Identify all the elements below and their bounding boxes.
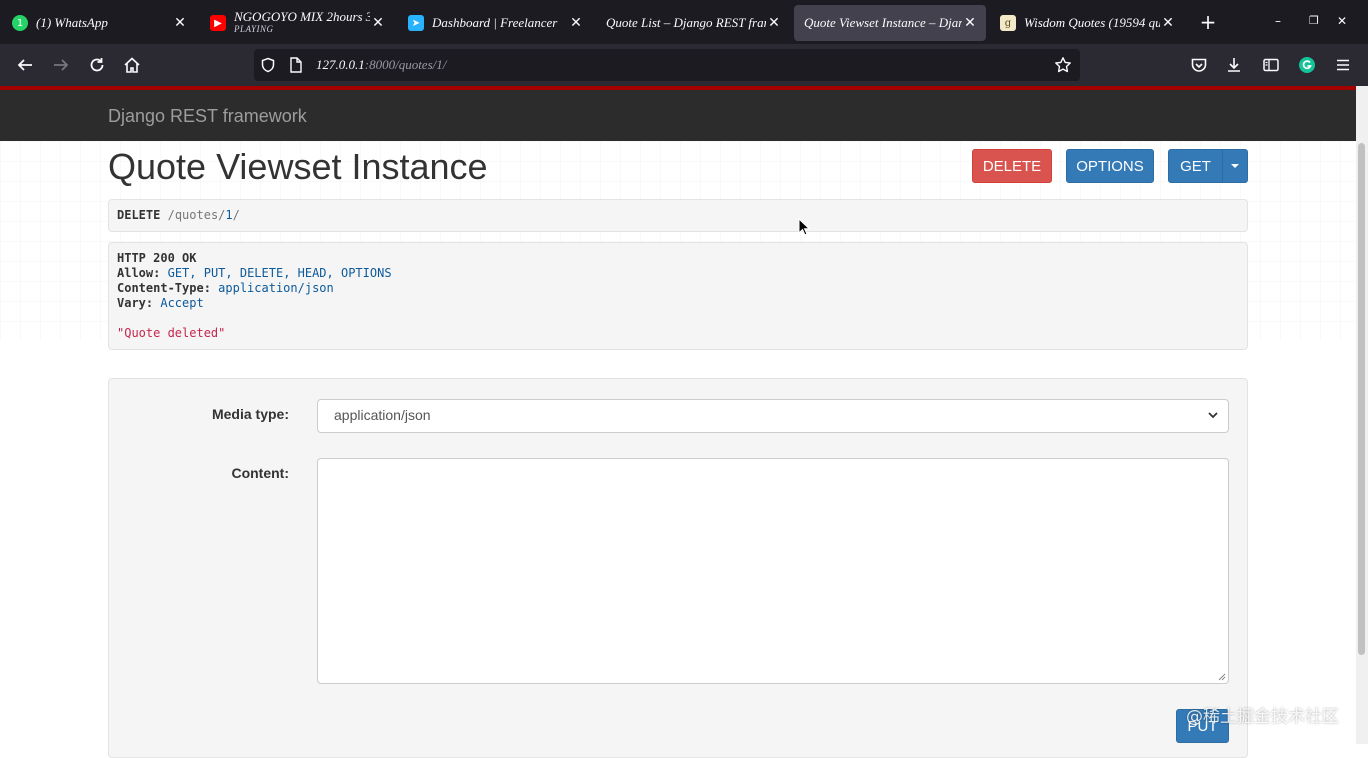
response-header-row: Allow: GET, PUT, DELETE, HEAD, OPTIONS — [117, 266, 1239, 281]
sidebar-icon — [1263, 58, 1279, 72]
close-tab-icon[interactable]: ✕ — [962, 15, 978, 31]
browser-tab-bar: 1 (1) WhatsApp ✕ ▶ NGOGOYO MIX 2hours 30… — [0, 0, 1368, 44]
close-tab-icon[interactable]: ✕ — [172, 15, 188, 31]
media-type-value: application/json — [334, 407, 431, 423]
star-icon[interactable] — [1054, 56, 1072, 74]
home-icon — [124, 57, 140, 73]
delete-button[interactable]: DELETE — [972, 149, 1052, 183]
arrow-left-icon — [17, 59, 32, 71]
url-text: 127.0.0.1:8000/quotes/1/ — [316, 57, 446, 73]
caret-down-icon — [1231, 164, 1239, 168]
watermark: @稀土掘金技术社区 — [1186, 707, 1339, 727]
new-tab-button[interactable]: + — [1198, 12, 1218, 32]
close-tab-icon[interactable]: ✕ — [370, 15, 386, 31]
tab-freelancer[interactable]: ➤ Dashboard | Freelancer ✕ — [398, 5, 592, 41]
home-button[interactable] — [120, 53, 144, 77]
reload-button[interactable] — [85, 53, 109, 77]
page-icon[interactable] — [289, 57, 303, 73]
tab-title: NGOGOYO MIX 2hours 30 — [234, 10, 370, 24]
response-info: HTTP 200 OK Allow: GET, PUT, DELETE, HEA… — [108, 242, 1248, 350]
header-name: Content-Type: — [117, 281, 211, 295]
options-button[interactable]: OPTIONS — [1066, 149, 1154, 183]
tab-whatsapp[interactable]: 1 (1) WhatsApp ✕ — [2, 5, 196, 41]
minimize-icon[interactable]: – — [1275, 14, 1281, 28]
header-name: Allow: — [117, 266, 161, 280]
url-bar[interactable]: 127.0.0.1:8000/quotes/1/ — [254, 49, 1080, 81]
downloads-button[interactable] — [1222, 53, 1246, 77]
content-textarea[interactable] — [317, 458, 1229, 684]
resize-grip-icon[interactable] — [1217, 672, 1226, 681]
request-info: DELETE /quotes/1/ — [108, 199, 1248, 232]
whatsapp-icon: 1 — [12, 15, 28, 31]
sidebar-button[interactable] — [1259, 53, 1283, 77]
close-tab-icon[interactable]: ✕ — [568, 15, 584, 31]
wisdom-quotes-icon: g — [1000, 15, 1016, 31]
header-value: GET, PUT, DELETE, HEAD, OPTIONS — [167, 266, 392, 280]
download-icon — [1228, 58, 1240, 72]
tab-title: Quote List – Django REST framework — [606, 15, 766, 30]
pocket-icon — [1191, 58, 1207, 72]
youtube-icon: ▶ — [210, 15, 226, 31]
url-path: :8000/quotes/1/ — [364, 57, 447, 72]
scrollbar-thumb[interactable] — [1358, 143, 1365, 655]
page-title: Quote Viewset Instance — [108, 146, 488, 187]
tab-youtube[interactable]: ▶ NGOGOYO MIX 2hours 30 PLAYING ✕ — [200, 5, 394, 41]
close-window-icon[interactable]: ✕ — [1337, 14, 1347, 28]
chevron-down-icon — [1208, 412, 1218, 419]
grammarly-button[interactable] — [1295, 53, 1319, 77]
brand-link[interactable]: Django REST framework — [108, 106, 307, 127]
response-header-row: Vary: Accept — [117, 296, 1239, 311]
reload-icon — [90, 58, 104, 72]
media-type-label: Media type: — [211, 406, 289, 422]
menu-button[interactable] — [1331, 53, 1355, 77]
browser-nav-bar: 127.0.0.1:8000/quotes/1/ — [0, 44, 1368, 86]
close-tab-icon[interactable]: ✕ — [766, 15, 782, 31]
arrow-right-icon — [54, 59, 69, 71]
tab-quote-list[interactable]: Quote List – Django REST framework ✕ — [596, 5, 790, 41]
get-button[interactable]: GET — [1168, 149, 1223, 183]
media-type-select[interactable]: application/json — [317, 399, 1229, 433]
request-path-prefix: /quotes/ — [167, 208, 226, 222]
raw-data-form: Media type: application/json Content: PU… — [108, 378, 1248, 758]
response-status: HTTP 200 OK — [117, 251, 197, 265]
request-path-suffix: / — [232, 208, 240, 222]
drf-navbar: Django REST framework — [0, 90, 1356, 141]
mouse-cursor-icon — [798, 218, 810, 236]
hamburger-menu-icon — [1337, 59, 1349, 71]
tab-title: (1) WhatsApp — [36, 15, 108, 30]
forward-button[interactable] — [49, 53, 73, 77]
response-body: "Quote deleted" — [117, 326, 226, 340]
back-button[interactable] — [13, 53, 37, 77]
tab-title: Dashboard | Freelancer — [432, 15, 558, 30]
get-format-dropdown-button[interactable] — [1222, 149, 1248, 183]
tab-wisdom-quotes[interactable]: g Wisdom Quotes (19594 quotes) ✕ — [990, 5, 1184, 41]
tab-quote-viewset-instance[interactable]: Quote Viewset Instance – Django REST fra… — [794, 5, 986, 41]
request-path-id: 1 — [225, 208, 233, 222]
tab-title: Wisdom Quotes (19594 quotes) — [1024, 15, 1160, 30]
tab-playing-label: PLAYING — [234, 24, 274, 34]
header-name: Vary: — [117, 296, 154, 310]
close-tab-icon[interactable]: ✕ — [1160, 15, 1176, 31]
url-host: 127.0.0.1 — [316, 57, 365, 72]
header-value: Accept — [160, 296, 204, 310]
freelancer-icon: ➤ — [408, 15, 424, 31]
response-header-row: Content-Type: application/json — [117, 281, 1239, 296]
maximize-icon[interactable]: ❐ — [1309, 14, 1319, 27]
grammarly-icon — [1299, 57, 1315, 73]
pocket-button[interactable] — [1187, 53, 1211, 77]
content-label: Content: — [231, 465, 289, 481]
shield-icon[interactable] — [260, 57, 276, 73]
request-method: DELETE — [117, 208, 161, 222]
header-value: application/json — [218, 281, 334, 295]
tab-title: Quote Viewset Instance – Django REST fra… — [804, 15, 962, 30]
